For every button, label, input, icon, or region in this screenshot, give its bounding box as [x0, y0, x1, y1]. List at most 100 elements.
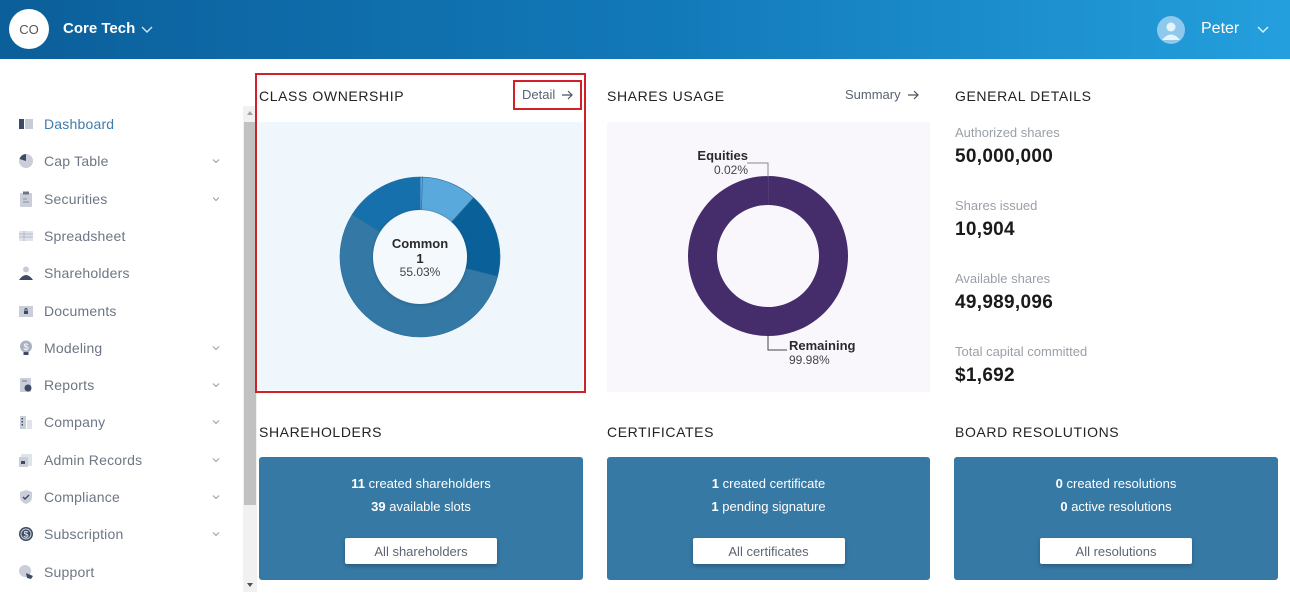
center-percent: 55.03% [400, 265, 441, 279]
sidebar-item-label: Modeling [44, 339, 103, 356]
scroll-down-arrow-icon[interactable] [243, 578, 257, 592]
sidebar-item-label: Documents [44, 302, 117, 319]
sidebar-item-subscription[interactable]: $ Subscription [0, 517, 240, 551]
created-shareholders-label: created shareholders [368, 476, 491, 491]
clipboard-icon [20, 191, 32, 207]
lightbulb-dollar-icon: $ [20, 340, 32, 355]
available-shares-value: 49,989,096 [955, 292, 1054, 313]
center-label: Common [392, 236, 448, 251]
sidebar-item-label: Shareholders [44, 265, 130, 282]
active-resolutions-text: 0 active resolutions [954, 499, 1278, 514]
sidebar-item-modeling[interactable]: $ Modeling [0, 331, 240, 365]
class-ownership-chart-area: Common 1 55.03% [259, 122, 583, 390]
certificates-box: 1 created certificate 1 pending signatur… [607, 457, 930, 580]
shield-check-icon [20, 490, 32, 504]
top-bar: CO Core Tech Peter [0, 0, 1290, 59]
pending-signature-count: 1 [711, 499, 719, 514]
general-details-title: GENERAL DETAILS [955, 88, 1092, 104]
sidebar-item-securities[interactable]: Securities [0, 182, 240, 216]
donut-slice-remaining[interactable] [687, 176, 848, 336]
sidebar-item-compliance[interactable]: Compliance [0, 480, 240, 514]
center-count: 1 [416, 251, 423, 266]
sidebar-item-label: Subscription [44, 526, 124, 543]
all-shareholders-button[interactable]: All shareholders [345, 538, 497, 564]
total-capital-label: Total capital committed [955, 344, 1088, 359]
report-icon [20, 378, 32, 393]
chevron-down-icon[interactable] [211, 380, 221, 390]
chevron-down-icon[interactable] [211, 529, 221, 539]
scroll-up-arrow-icon[interactable] [243, 106, 257, 120]
equities-label: Equities [697, 148, 748, 163]
sidebar-item-support[interactable]: Support [0, 555, 240, 589]
building-icon [20, 416, 32, 430]
sidebar: Dashboard Cap Table Securities Spreadsheet S… [0, 59, 243, 598]
sidebar-item-cap-table[interactable]: Cap Table [0, 144, 240, 178]
shares-usage-chart-area: Equities 0.02% Remaining 99.98% [607, 122, 930, 392]
all-resolutions-button[interactable]: All resolutions [1040, 538, 1192, 564]
available-slots-text: 39 available slots [259, 499, 583, 514]
summary-link-label: Summary [845, 87, 901, 102]
total-capital-value: $1,692 [955, 365, 1015, 386]
created-shareholders-count: 11 [351, 476, 365, 491]
company-name[interactable]: Core Tech [63, 20, 135, 37]
chevron-down-icon[interactable] [211, 194, 221, 204]
all-certificates-button[interactable]: All certificates [692, 538, 845, 564]
chevron-down-icon[interactable] [211, 343, 221, 353]
folder-lock-icon [19, 305, 33, 317]
sidebar-item-label: Compliance [44, 489, 120, 505]
chevron-down-icon[interactable] [211, 455, 221, 465]
arrow-right-icon [907, 90, 919, 99]
shares-usage-title: SHARES USAGE [607, 88, 725, 104]
equities-leader-line [747, 162, 769, 177]
summary-link[interactable]: Summary [845, 87, 920, 102]
chevron-down-icon[interactable] [211, 417, 221, 427]
person-icon [19, 266, 33, 281]
detail-link[interactable]: Detail [522, 87, 574, 102]
sidebar-item-spreadsheet[interactable]: Spreadsheet [0, 219, 240, 253]
admin-records-icon [19, 453, 32, 467]
sidebar-item-shareholders[interactable]: Shareholders [0, 256, 240, 290]
remaining-percent: 99.98% [789, 353, 830, 367]
sidebar-item-company[interactable]: Company [0, 405, 240, 439]
sidebar-item-label: Reports [44, 377, 95, 394]
sidebar-item-dashboard[interactable]: Dashboard [0, 107, 240, 141]
sidebar-item-documents[interactable]: Documents [0, 294, 240, 328]
company-avatar[interactable]: CO [9, 9, 49, 49]
class-ownership-title: CLASS OWNERSHIP [259, 88, 405, 104]
user-avatar[interactable] [1157, 16, 1185, 44]
active-resolutions-label: active resolutions [1071, 499, 1172, 514]
shareholders-box: 11 created shareholders 39 available slo… [259, 457, 583, 580]
sidebar-item-label: Company [44, 414, 106, 431]
pie-chart-icon [19, 154, 33, 169]
user-name[interactable]: Peter [1201, 20, 1239, 38]
chevron-down-icon[interactable] [140, 22, 154, 36]
dollar-coin-icon: $ [19, 527, 33, 542]
available-shares-label: Available shares [955, 271, 1051, 286]
dashboard-icon [19, 119, 33, 129]
created-certificate-text: 1 created certificate [607, 476, 930, 491]
chat-support-icon [19, 564, 33, 579]
sidebar-item-reports[interactable]: Reports [0, 368, 240, 402]
created-certificate-label: created certificate [722, 476, 826, 491]
remaining-leader-line [767, 336, 787, 351]
svg-text:$: $ [23, 342, 28, 352]
resolutions-box: 0 created resolutions 0 active resolutio… [954, 457, 1278, 580]
sidebar-item-admin-records[interactable]: Admin Records [0, 443, 240, 477]
authorized-shares-label: Authorized shares [955, 125, 1060, 140]
created-certificate-count: 1 [711, 476, 719, 491]
created-resolutions-text: 0 created resolutions [954, 476, 1278, 491]
active-resolutions-count: 0 [1060, 499, 1068, 514]
shareholders-title: SHAREHOLDERS [259, 424, 383, 440]
available-slots-label: available slots [389, 499, 471, 514]
sidebar-scrollbar[interactable] [243, 106, 257, 592]
chevron-down-icon[interactable] [211, 492, 221, 502]
scroll-thumb[interactable] [244, 122, 256, 505]
board-resolutions-title: BOARD RESOLUTIONS [955, 424, 1120, 440]
chevron-down-icon[interactable] [211, 156, 221, 166]
shares-issued-value: 10,904 [955, 219, 1015, 240]
pending-signature-label: pending signature [722, 499, 826, 514]
sidebar-item-label: Admin Records [44, 451, 143, 468]
sidebar-item-label: Dashboard [44, 116, 115, 132]
shares-usage-donut: Equities 0.02% Remaining 99.98% [687, 148, 856, 367]
chevron-down-icon[interactable] [1256, 22, 1270, 36]
